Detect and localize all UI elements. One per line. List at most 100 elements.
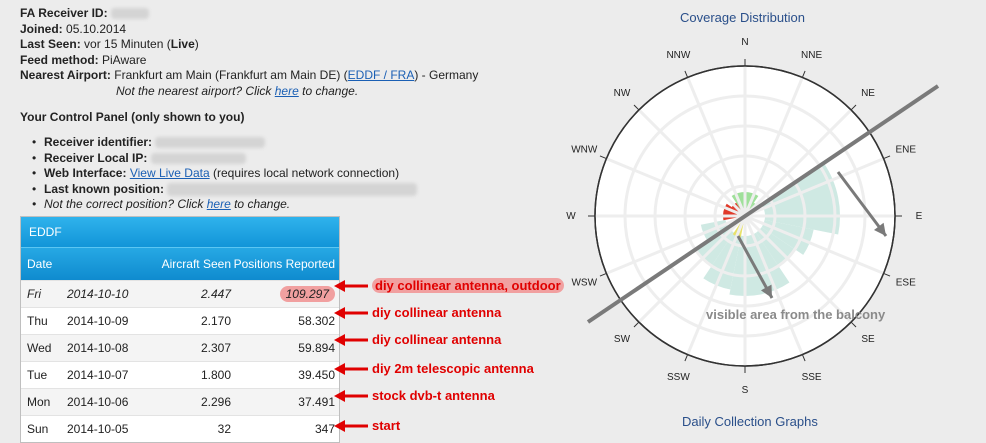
identifier-item: Receiver identifier: — [32, 135, 417, 151]
direction-label: ENE — [895, 144, 916, 155]
cell-day: Wed — [27, 341, 52, 355]
control-panel-title: Your Control Panel (only shown to you) — [20, 110, 245, 124]
direction-tick — [633, 321, 640, 328]
direction-label: SE — [861, 334, 875, 345]
cell-date: 2014-10-09 — [67, 314, 129, 328]
cell-date: 2014-10-05 — [67, 422, 129, 436]
direction-tick — [684, 70, 689, 78]
view-live-data-link[interactable]: View Live Data — [130, 166, 210, 180]
red-arrow-icon — [334, 363, 368, 375]
cell-date: 2014-10-06 — [67, 395, 129, 409]
joined-row: Joined: 05.10.2014 — [20, 22, 478, 38]
col-aircraft-seen[interactable]: Aircraft Seen — [149, 257, 231, 271]
cell-date: 2014-10-07 — [67, 368, 129, 382]
feed-value: PiAware — [102, 52, 147, 67]
direction-label: E — [916, 211, 923, 222]
table-header: Date Aircraft Seen Positions Reported — [21, 247, 339, 280]
stats-table: EDDF Date Aircraft Seen Positions Report… — [20, 216, 340, 443]
direction-label: S — [742, 385, 749, 396]
cell-aircraft: 32 — [217, 422, 231, 436]
airport-country: ) - Germany — [414, 68, 479, 82]
change-airport-tail: to change. — [298, 83, 359, 98]
direction-tick — [599, 155, 607, 160]
direction-tick — [684, 354, 689, 362]
col-positions-reported[interactable]: Positions Reported — [231, 257, 335, 271]
direction-tick — [883, 155, 891, 160]
direction-label: N — [741, 37, 748, 48]
web-interface-note: (requires local network connection) — [209, 166, 400, 180]
direction-tick — [850, 104, 857, 111]
receiver-info: FA Receiver ID: Joined: 05.10.2014 Last … — [20, 6, 478, 99]
cell-positions: 39.450 — [298, 368, 335, 382]
cell-aircraft: 1.800 — [200, 368, 231, 382]
table-body: Fri 2014-10-10 2.447 109.297 Thu 2014-10-09 2.… — [21, 280, 339, 442]
annotation-text: start — [372, 418, 401, 433]
change-position-link[interactable]: here — [207, 197, 231, 211]
cell-positions: 59.894 — [298, 341, 335, 355]
cell-day: Sun — [27, 422, 49, 436]
redacted-value — [110, 8, 149, 20]
direction-tick — [801, 354, 806, 362]
feed-label: Feed method: — [20, 52, 99, 67]
paren: ) — [194, 37, 199, 51]
local-ip-label: Receiver Local IP: — [44, 150, 148, 165]
change-airport-link[interactable]: here — [275, 84, 299, 98]
direction-label: WNW — [571, 144, 598, 155]
cell-day: Tue — [27, 368, 48, 382]
direction-tick — [599, 272, 607, 277]
identifier-label: Receiver identifier: — [44, 135, 153, 149]
redacted-value — [150, 152, 246, 164]
direction-tick — [633, 104, 640, 111]
direction-label: NNW — [666, 50, 690, 61]
annotation-label: diy 2m telescopic antenna — [372, 361, 534, 376]
cell-aircraft: 2.296 — [200, 395, 231, 409]
annotation-text: diy 2m telescopic antenna — [372, 361, 534, 376]
airport-link[interactable]: EDDF / FRA — [348, 68, 415, 82]
direction-label: W — [566, 211, 576, 222]
live-status: Live — [170, 37, 195, 51]
position-label: Last known position: — [44, 181, 164, 196]
daily-graphs-link[interactable]: Daily Collection Graphs — [682, 414, 818, 429]
annotation-label: diy collinear antenna, outdoor — [372, 278, 564, 293]
annotation-text: diy collinear antenna — [372, 305, 502, 320]
direction-label: SSE — [802, 372, 822, 383]
cell-date: 2014-10-08 — [67, 341, 129, 355]
cell-date: 2014-10-10 — [67, 287, 129, 301]
web-interface-label: Web Interface: — [44, 166, 127, 180]
change-position-text: Not the correct position? Click — [44, 197, 207, 211]
cell-aircraft: 2.307 — [200, 341, 231, 355]
redacted-value — [155, 137, 266, 149]
annotation-label: stock dvb-t antenna — [372, 388, 495, 403]
receiver-id-label: FA Receiver ID: — [20, 6, 108, 20]
direction-label: SSW — [667, 372, 690, 383]
table-title: EDDF — [21, 217, 339, 247]
red-arrow-icon — [334, 420, 368, 432]
cell-day: Fri — [27, 287, 41, 301]
balcony-annotation: visible area from the balcony — [706, 307, 886, 322]
direction-label: NE — [861, 88, 875, 99]
col-date[interactable]: Date — [21, 257, 149, 271]
red-arrow-icon — [334, 280, 368, 292]
change-position-tail: to change. — [230, 197, 291, 211]
airport-label: Nearest Airport: — [20, 68, 111, 82]
direction-label: ESE — [896, 278, 916, 289]
cell-positions: 58.302 — [298, 314, 335, 328]
airport-row: Nearest Airport: Frankfurt am Main (Fran… — [20, 68, 478, 84]
table-row: Mon 2014-10-06 2.296 37.491 — [21, 388, 339, 415]
red-arrow-icon — [334, 307, 368, 319]
red-arrow-icon — [334, 334, 368, 346]
joined-value: 05.10.2014 — [66, 21, 127, 36]
direction-tick — [883, 272, 891, 277]
last-seen-label: Last Seen: — [20, 37, 81, 51]
table-row: Thu 2014-10-09 2.170 58.302 — [21, 307, 339, 334]
redacted-value — [167, 182, 418, 196]
red-arrow-icon — [334, 390, 368, 402]
direction-label: WSW — [571, 278, 597, 289]
receiver-id-row: FA Receiver ID: — [20, 6, 478, 22]
joined-label: Joined: — [20, 21, 63, 36]
table-row: Wed 2014-10-08 2.307 59.894 — [21, 334, 339, 361]
direction-label: NW — [614, 88, 631, 99]
table-row: Fri 2014-10-10 2.447 109.297 — [21, 280, 339, 307]
web-interface-item: Web Interface: View Live Data (requires … — [32, 166, 417, 182]
annotation-text: diy collinear antenna, outdoor — [372, 278, 564, 293]
